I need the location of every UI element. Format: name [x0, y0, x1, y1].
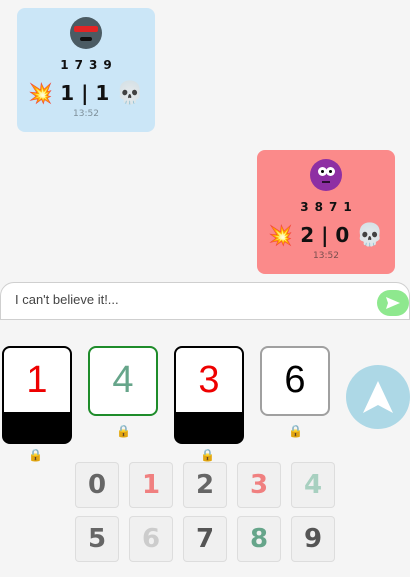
guess-slot-4[interactable]: 6 — [260, 346, 330, 416]
guess-digits: 1739 — [60, 58, 118, 72]
avatar-visor — [74, 26, 98, 32]
lock-icon[interactable]: 🔒 — [116, 424, 131, 438]
slot-digit: 6 — [284, 359, 306, 401]
guess-digits: 3871 — [300, 200, 358, 214]
guess-result: 💥 1 | 1 💀 — [17, 80, 155, 106]
score-separator: | — [81, 81, 89, 105]
send-button[interactable] — [377, 290, 409, 316]
message-time: 13:52 — [313, 251, 339, 261]
deads-count: 1 — [95, 81, 110, 105]
keypad-key-6[interactable]: 6 — [129, 516, 173, 562]
score-text: 2 | 0 — [300, 223, 349, 247]
skull-icon: 💀 — [116, 80, 144, 106]
purple-face-avatar — [310, 159, 342, 191]
explosion-icon: 💥 — [268, 223, 294, 247]
slot-digit: 4 — [112, 359, 134, 401]
deads-count: 0 — [335, 223, 350, 247]
navigation-arrow-icon — [363, 381, 393, 413]
guess-slot-2[interactable]: 4 — [88, 346, 158, 416]
hits-count: 1 — [60, 81, 75, 105]
guess-result: 💥 2 | 0 💀 — [257, 222, 395, 248]
lock-icon[interactable]: 🔒 — [288, 424, 303, 438]
chat-message-input[interactable] — [15, 292, 355, 307]
skull-icon: 💀 — [356, 222, 384, 248]
send-arrow-icon — [386, 297, 400, 309]
chat-input-bar — [0, 282, 410, 320]
keypad-key-5[interactable]: 5 — [75, 516, 119, 562]
keypad-key-7[interactable]: 7 — [183, 516, 227, 562]
hits-count: 2 — [300, 223, 315, 247]
guess-slot-3[interactable]: 3 🔒 — [174, 346, 244, 462]
avatar-mouth — [80, 37, 92, 41]
robot-avatar — [70, 17, 102, 49]
score-separator: | — [321, 223, 329, 247]
message-bubble-player: 3871 💥 2 | 0 💀 13:52 — [257, 150, 395, 274]
keypad-key-3[interactable]: 3 — [237, 462, 281, 508]
explosion-icon: 💥 — [28, 81, 54, 105]
message-time: 13:52 — [73, 109, 99, 119]
submit-guess-button[interactable] — [346, 365, 410, 429]
guess-slot-1[interactable]: 1 🔒 — [2, 346, 72, 462]
keypad-key-0[interactable]: 0 — [75, 462, 119, 508]
slot-digit: 1 — [26, 359, 48, 401]
keypad-key-8[interactable]: 8 — [237, 516, 281, 562]
keypad-key-4[interactable]: 4 — [291, 462, 335, 508]
keypad-key-9[interactable]: 9 — [291, 516, 335, 562]
avatar-mouth — [322, 181, 330, 183]
avatar-eye-right — [326, 167, 335, 176]
lock-icon[interactable]: 🔒 — [28, 423, 43, 487]
message-bubble-opponent: 1739 💥 1 | 1 💀 13:52 — [17, 8, 155, 132]
keypad-key-1[interactable]: 1 — [129, 462, 173, 508]
slot-digit: 3 — [198, 359, 220, 401]
keypad-key-2[interactable]: 2 — [183, 462, 227, 508]
score-text: 1 | 1 — [60, 81, 109, 105]
